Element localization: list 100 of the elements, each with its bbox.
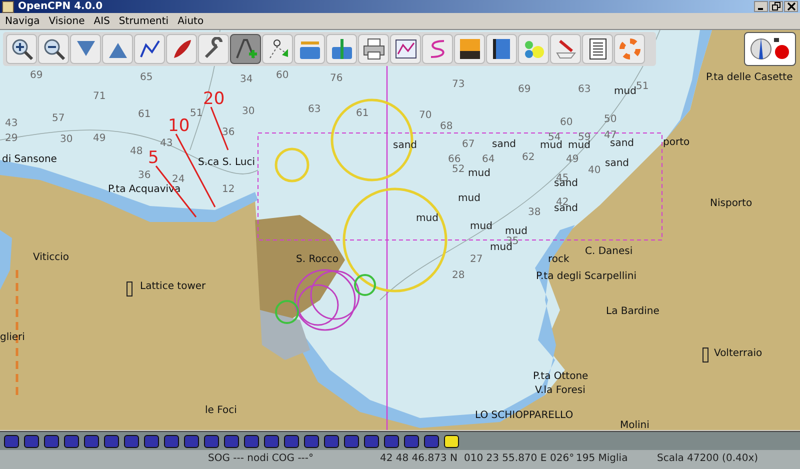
place-label: P.ta degli Scarpellini xyxy=(536,271,636,282)
shallow-water xyxy=(0,230,12,290)
zoom-out-icon xyxy=(42,37,66,61)
depth-sounding: 69 xyxy=(30,70,43,81)
depth-sounding: 52 xyxy=(452,164,465,175)
text-plus-icon xyxy=(234,37,258,61)
lifebuoy-icon xyxy=(618,37,642,61)
sunset-icon xyxy=(458,37,482,61)
depth-sounding: 66 xyxy=(448,154,461,165)
menu-item[interactable]: Visione xyxy=(48,16,85,26)
depth-sounding: 70 xyxy=(419,110,432,121)
place-label: S.ca S. Luci xyxy=(198,157,256,168)
seabed-label: mud xyxy=(490,242,512,253)
toolbar-button[interactable] xyxy=(486,34,517,64)
depth-sounding: 27 xyxy=(470,254,483,265)
toolbar-button[interactable] xyxy=(198,34,229,64)
depth-sounding: 62 xyxy=(522,152,535,163)
graph-icon xyxy=(394,37,418,61)
depth-sounding: 51 xyxy=(636,81,649,92)
toolbar-button[interactable] xyxy=(38,34,69,64)
place-label: Nisporto xyxy=(710,198,752,209)
close-button[interactable] xyxy=(784,1,798,12)
depth-sounding: 60 xyxy=(560,117,573,128)
seabed-label: mud xyxy=(568,140,590,151)
depth-sounding: 40 xyxy=(588,165,601,176)
depth-sounding: 69 xyxy=(518,84,531,95)
depth-sounding: 30 xyxy=(242,106,255,117)
menu-item[interactable]: AIS xyxy=(94,16,110,26)
light-marker-icon xyxy=(275,300,299,324)
place-label: Viticcio xyxy=(33,252,69,263)
place-label: La Bardine xyxy=(606,306,660,317)
light-sectors-drawing xyxy=(294,269,360,331)
close-icon xyxy=(786,2,796,11)
toolbar-button[interactable] xyxy=(390,34,421,64)
print-icon xyxy=(362,37,386,61)
light-range-circle xyxy=(274,148,310,182)
menu-item[interactable]: Strumenti xyxy=(118,16,169,26)
depth-sounding: 49 xyxy=(93,133,106,144)
place-label: di Sansone xyxy=(2,154,57,165)
depth-sounding: 24 xyxy=(172,174,185,185)
depth-sounding: 48 xyxy=(130,146,143,157)
place-label: S. Rocco xyxy=(296,254,338,265)
toolbar-button[interactable] xyxy=(358,34,389,64)
depth-sounding: 68 xyxy=(440,121,453,132)
latitude-readout: 42 48 46.873 N xyxy=(380,453,458,464)
seabed-label: sand xyxy=(605,158,630,169)
depth-sounding: 34 xyxy=(240,74,253,85)
place-label: le Foci xyxy=(205,405,237,416)
longitude-readout: 010 23 55.870 E xyxy=(464,453,547,464)
depth-sounding: 43 xyxy=(160,138,173,149)
depth-sounding: 71 xyxy=(93,91,106,102)
toolbar-button[interactable] xyxy=(134,34,165,64)
seabed-label: sand xyxy=(554,203,578,214)
window-title: OpenCPN 4.0.0 xyxy=(18,1,103,12)
depth-sounding: 61 xyxy=(356,108,369,119)
app-logo-icon xyxy=(2,0,14,12)
distance-readout: 195 Miglia xyxy=(576,453,628,464)
toolbar-button[interactable] xyxy=(582,34,613,64)
seabed-label: mud xyxy=(458,193,480,204)
scale-readout: Scala 47200 (0.40x) xyxy=(657,453,758,464)
speed-course-readout: SOG --- nodi COG ---° xyxy=(208,453,314,464)
depth-sounding: 36 xyxy=(222,127,235,138)
minimize-button[interactable] xyxy=(754,1,768,12)
depth-sounding: 60 xyxy=(276,70,289,81)
seabed-label: mud xyxy=(416,213,438,224)
seabed-label: sand xyxy=(492,139,516,150)
restore-icon xyxy=(772,2,780,11)
place-label: P.ta delle Casette xyxy=(706,72,793,83)
seabed-label: mud xyxy=(468,168,490,179)
harbour-area xyxy=(260,310,310,360)
depth-sounding: 76 xyxy=(330,73,343,84)
place-label: V.la Foresi xyxy=(535,385,586,396)
depth-sounding: 43 xyxy=(5,118,18,129)
seabed-label: mud xyxy=(470,221,492,232)
seabed-label: mud xyxy=(505,226,528,237)
menu-item[interactable]: Naviga xyxy=(5,16,40,26)
depth-sounding: 61 xyxy=(138,109,151,120)
toolbar-button[interactable] xyxy=(6,34,37,64)
seabed-label: mud xyxy=(540,140,562,151)
place-label: Lattice tower xyxy=(140,281,206,292)
compass-widget[interactable] xyxy=(744,32,796,66)
chart-selector-button[interactable] xyxy=(444,434,459,448)
depth-annotation: 5 xyxy=(148,148,159,168)
zoom-in-icon xyxy=(10,37,34,61)
depth-sounding: 64 xyxy=(482,154,495,165)
place-label: porto xyxy=(663,137,690,148)
depth-sounding: 65 xyxy=(140,72,153,83)
place-label: Molini xyxy=(620,420,650,430)
depth-sounding: 29 xyxy=(5,133,18,144)
depth-sounding: 67 xyxy=(462,139,475,150)
seabed-label: sand xyxy=(610,138,634,149)
menu-item[interactable]: Aiuto xyxy=(178,16,204,26)
current-icon xyxy=(330,37,354,61)
ais-icon xyxy=(554,37,578,61)
depth-annotation: 10 xyxy=(168,116,190,136)
seabed-label: mud xyxy=(614,86,636,97)
depth-sounding: 38 xyxy=(528,207,541,218)
restore-button[interactable] xyxy=(769,1,783,12)
toolbar-button[interactable] xyxy=(454,34,485,64)
depth-sounding: 63 xyxy=(578,84,591,95)
